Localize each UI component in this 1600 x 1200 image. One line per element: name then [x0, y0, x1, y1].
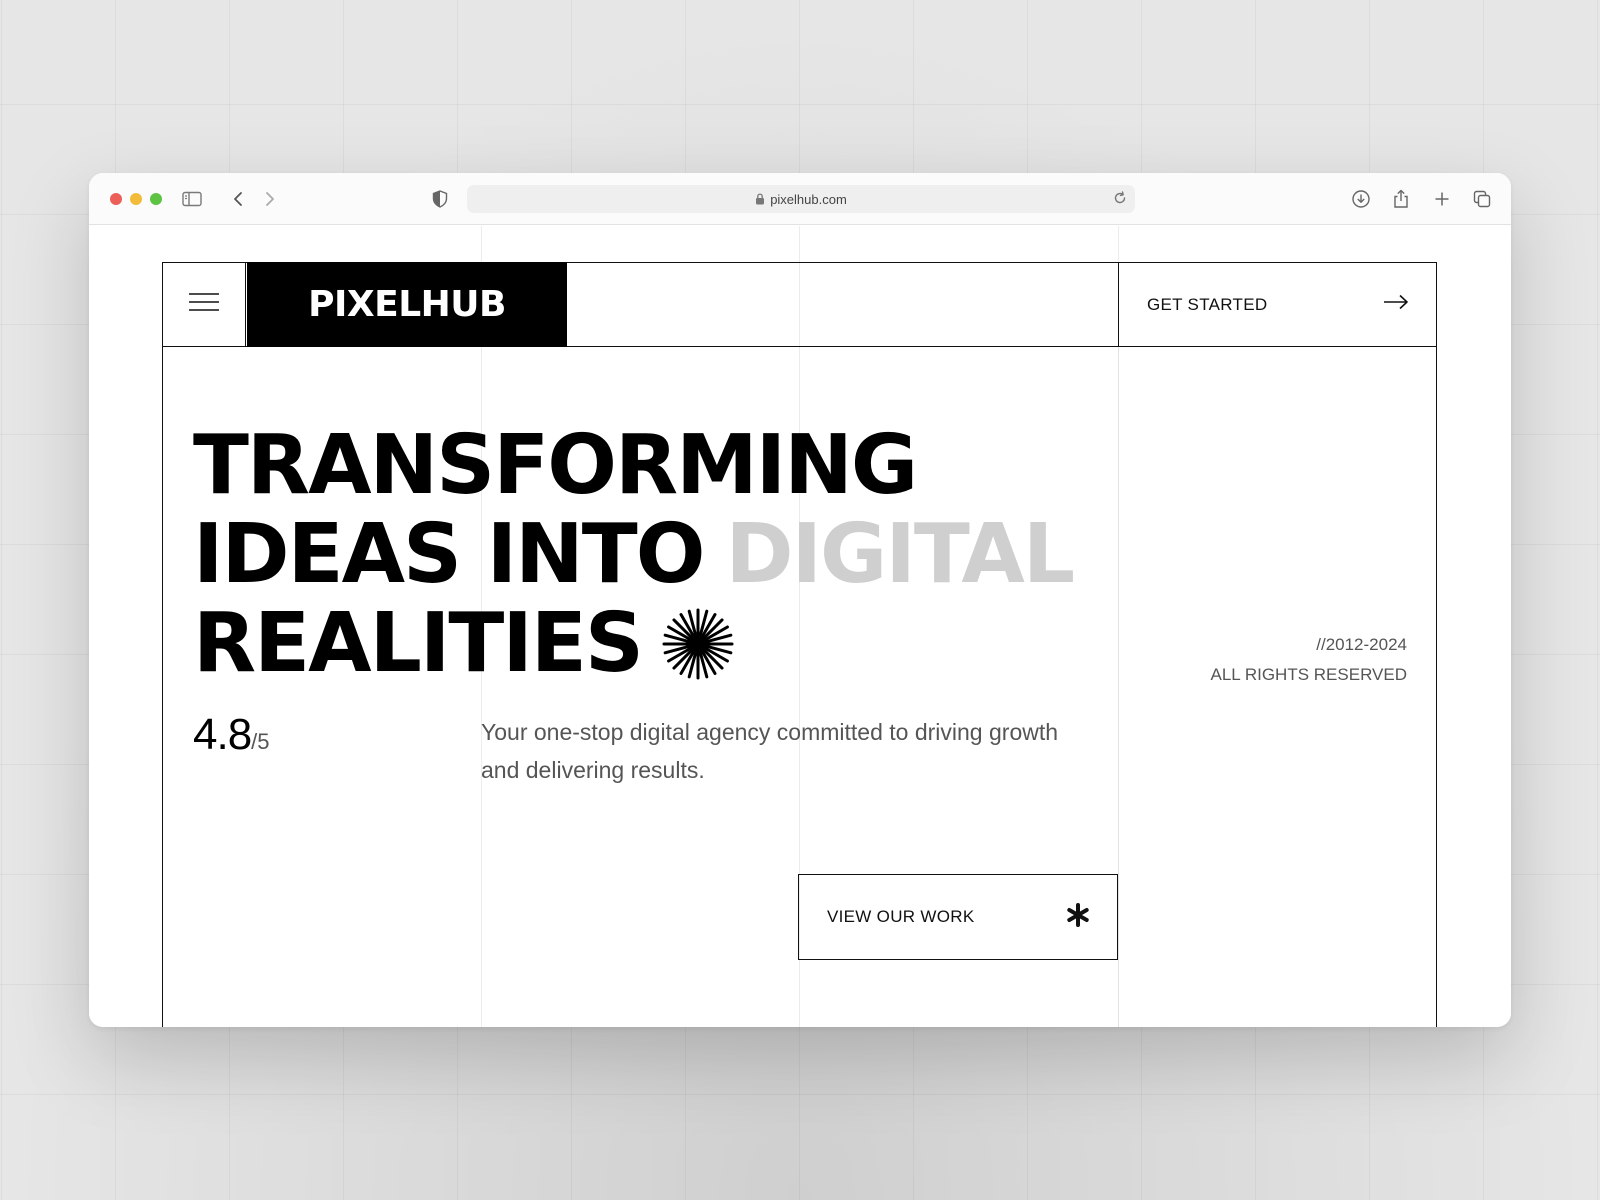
copyright-block: //2012-2024 ALL RIGHTS RESERVED [1210, 630, 1407, 690]
get-started-label: GET STARTED [1147, 294, 1268, 314]
lock-icon [755, 193, 765, 205]
forward-icon[interactable] [258, 187, 282, 211]
url-text: pixelhub.com [770, 191, 847, 207]
hamburger-menu-icon [189, 292, 219, 317]
column-divider [1118, 347, 1119, 1027]
asterisk-icon [1065, 902, 1091, 933]
rating-value: 4.8 [193, 710, 252, 759]
menu-button[interactable] [163, 263, 246, 346]
new-tab-icon[interactable] [1430, 187, 1454, 211]
rating: 4.8/5 [193, 710, 270, 760]
sidebar-toggle-icon[interactable] [180, 187, 204, 211]
headline-line-2: IDEAS INTO [193, 507, 705, 602]
hero-headline: TRANSFORMING IDEAS INTO DIGITAL REALITIE… [193, 418, 1075, 691]
arrow-right-icon [1383, 294, 1409, 315]
rating-scale: /5 [251, 729, 270, 754]
hero-tagline: Your one-stop digital agency committed t… [481, 719, 1059, 783]
address-bar[interactable]: pixelhub.com [467, 185, 1135, 213]
reload-icon[interactable] [1113, 191, 1127, 205]
headline-line-1: TRANSFORMING [193, 418, 918, 513]
page-content: PIXELHUB GET STARTED TRANSFORMING IDEAS … [89, 226, 1511, 1027]
copyright-rights: ALL RIGHTS RESERVED [1210, 665, 1407, 684]
browser-window: pixelhub.com PIXELHUB GET STARTED TRANSF… [89, 173, 1511, 1027]
close-window-button[interactable] [110, 193, 122, 205]
zoom-window-button[interactable] [150, 193, 162, 205]
view-work-label: VIEW OUR WORK [827, 907, 975, 926]
download-icon[interactable] [1349, 187, 1373, 211]
headline-line-3: REALITIES [193, 596, 644, 691]
shield-icon[interactable] [428, 187, 452, 211]
back-icon[interactable] [226, 187, 250, 211]
minimize-window-button[interactable] [130, 193, 142, 205]
get-started-button[interactable]: GET STARTED [1118, 262, 1437, 347]
headline-highlight: DIGITAL [725, 507, 1075, 602]
browser-toolbar: pixelhub.com [89, 173, 1511, 225]
share-icon[interactable] [1389, 187, 1413, 211]
view-work-button[interactable]: VIEW OUR WORK [798, 874, 1118, 960]
starburst-icon [662, 608, 734, 680]
copyright-years: //2012-2024 [1316, 635, 1407, 654]
tab-overview-icon[interactable] [1470, 187, 1494, 211]
logo-text: PIXELHUB [308, 284, 506, 325]
site-logo[interactable]: PIXELHUB [247, 262, 567, 347]
